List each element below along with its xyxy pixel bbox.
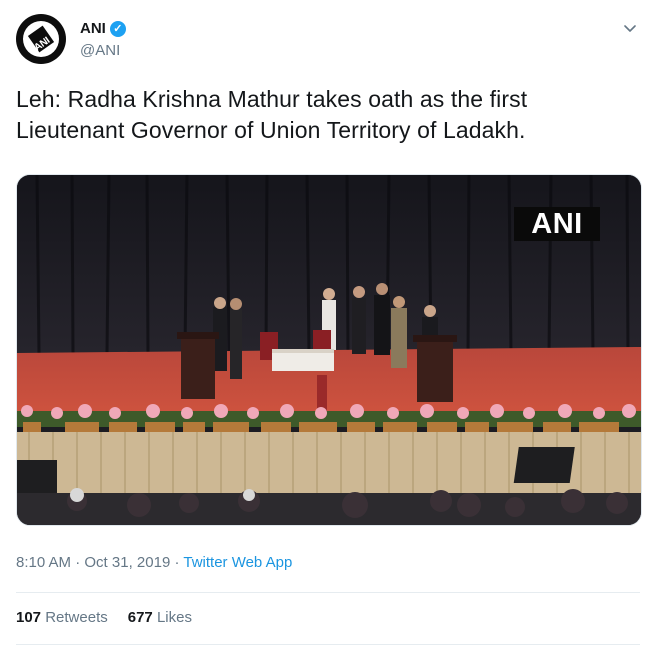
- author-handle[interactable]: @ANI: [80, 42, 120, 59]
- retweets-stat[interactable]: 107 Retweets: [16, 609, 108, 626]
- meta-separator: ·: [71, 554, 85, 571]
- author-name-row[interactable]: ANI ✓: [80, 20, 126, 37]
- chevron-down-glyph: [624, 25, 636, 32]
- tweet-stats: 107 Retweets 677 Likes: [16, 609, 192, 626]
- tweet-card: ANI ANI ✓ @ANI Leh: Radha Krishna Mathur…: [0, 0, 655, 648]
- likes-stat[interactable]: 677 Likes: [128, 609, 192, 626]
- avatar[interactable]: ANI: [16, 14, 66, 64]
- tweet-time[interactable]: 8:10 AM: [16, 554, 71, 571]
- avatar-logo-background: ANI: [23, 21, 59, 57]
- chevron-down-icon[interactable]: [622, 20, 638, 36]
- retweets-label: Retweets: [45, 609, 108, 626]
- divider: [16, 592, 640, 593]
- source-app-link[interactable]: Twitter Web App: [183, 554, 292, 571]
- likes-count: 677: [127, 609, 153, 626]
- tweet-meta: 8:10 AM · Oct 31, 2019 · Twitter Web App: [16, 554, 292, 571]
- verified-badge-icon: ✓: [109, 20, 126, 37]
- divider: [16, 644, 640, 645]
- retweets-count: 107: [16, 609, 42, 626]
- tweet-media-image[interactable]: ANI: [16, 174, 642, 526]
- media-watermark-logo: ANI: [514, 207, 600, 241]
- tweet-date[interactable]: Oct 31, 2019: [84, 554, 170, 571]
- meta-separator: ·: [170, 554, 184, 571]
- display-name[interactable]: ANI: [80, 20, 106, 37]
- likes-label: Likes: [156, 609, 192, 626]
- tweet-text: Leh: Radha Krishna Mathur takes oath as …: [16, 86, 528, 143]
